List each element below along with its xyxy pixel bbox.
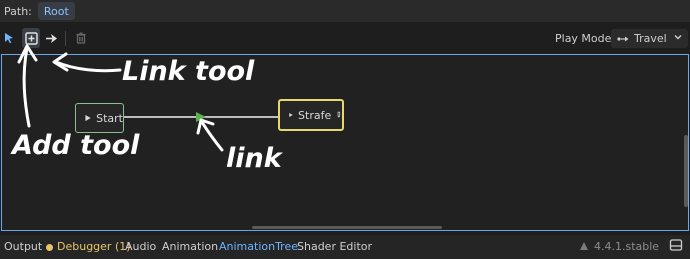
connect-icon [45, 33, 57, 43]
tab-animation[interactable]: Animation [162, 240, 218, 253]
play-icon [289, 112, 293, 118]
path-bar: Path: Root [0, 0, 690, 22]
update-spinner-icon [580, 242, 588, 250]
tab-debugger-label: Debugger (1) [57, 240, 131, 253]
vertical-scrollbar[interactable] [684, 135, 688, 207]
add-node-tool-button[interactable] [22, 28, 40, 48]
tab-output[interactable]: Output [4, 240, 42, 253]
add-node-icon [24, 31, 38, 45]
version-label: 4.4.1.stable [594, 240, 660, 253]
delete-tool-button[interactable] [72, 28, 90, 48]
expand-panel-icon[interactable] [669, 238, 683, 252]
node-label: Strafe [298, 108, 332, 122]
path-root-button[interactable]: Root [37, 2, 75, 20]
toolbar-separator [65, 31, 66, 46]
travel-icon [617, 36, 629, 41]
edit-icon[interactable] [336, 109, 342, 121]
horizontal-scrollbar[interactable] [252, 226, 442, 229]
node-label: Start [96, 111, 123, 125]
state-node-start[interactable]: Start [75, 103, 124, 133]
play-mode-value: Travel [634, 32, 667, 45]
trash-icon [76, 32, 86, 44]
play-icon [85, 114, 91, 122]
warning-dot-icon [46, 243, 53, 251]
transition-arrow-icon[interactable] [195, 111, 207, 123]
link-tool-button[interactable] [42, 28, 60, 48]
state-machine-graph[interactable] [1, 54, 689, 231]
tab-audio[interactable]: Audio [125, 240, 156, 253]
graph-toolbar: Play Mode: Travel [0, 28, 690, 50]
state-node-strafe[interactable]: Strafe [278, 99, 344, 131]
select-tool-button[interactable] [0, 28, 18, 48]
play-mode-select[interactable]: Travel [611, 29, 688, 48]
pointer-icon [5, 33, 13, 44]
chevron-down-icon [674, 35, 682, 40]
tab-shader-editor[interactable]: Shader Editor [297, 240, 372, 253]
tab-debugger[interactable]: Debugger (1) [46, 240, 131, 253]
tab-animationtree[interactable]: AnimationTree [219, 240, 298, 253]
play-mode-label: Play Mode: [555, 32, 616, 45]
path-label: Path: [4, 4, 32, 18]
